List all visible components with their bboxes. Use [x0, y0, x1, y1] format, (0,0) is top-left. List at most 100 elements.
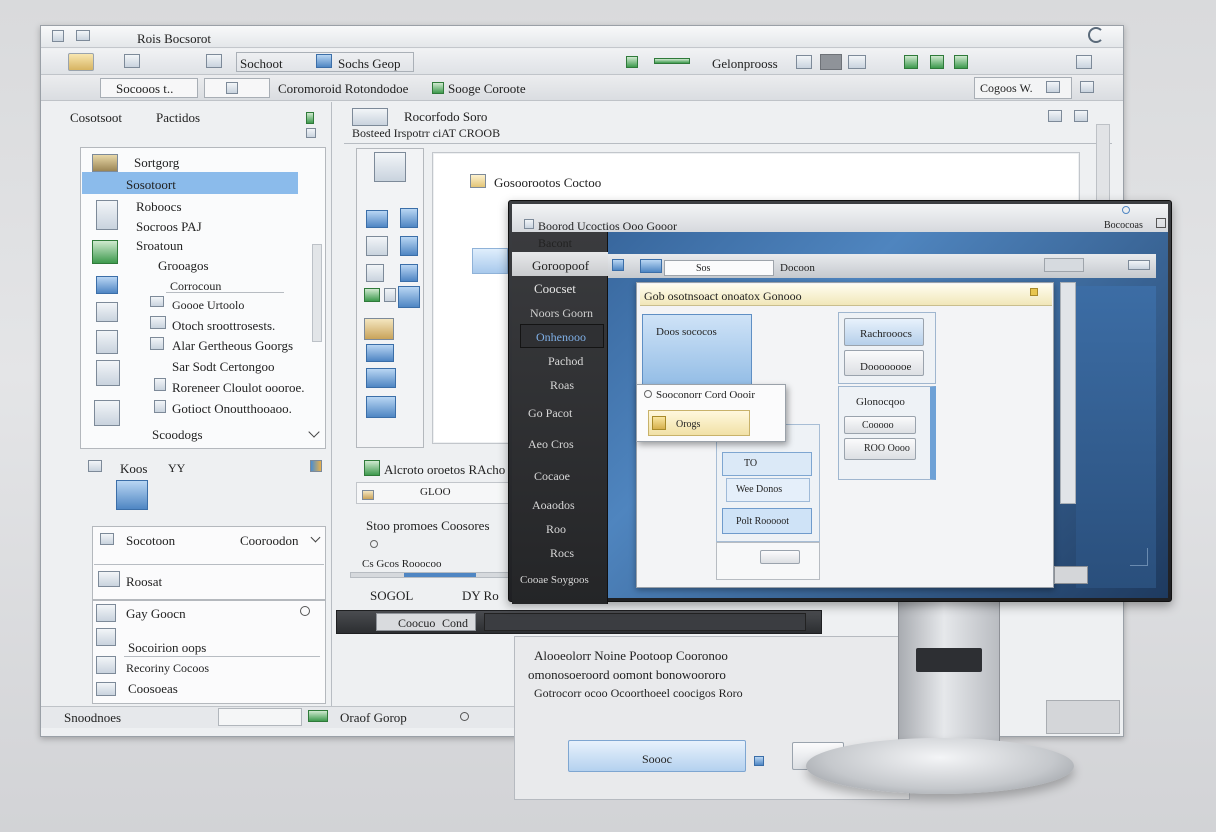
row-icon-2 — [150, 316, 166, 329]
bottom-bar-track[interactable] — [484, 613, 806, 631]
folder-icon-1 — [96, 200, 118, 230]
monitor-side-7[interactable]: Go Pacot — [528, 406, 572, 421]
strip-icon-13 — [366, 396, 396, 418]
center-scrollbar[interactable] — [1096, 124, 1110, 204]
monitor-side-1[interactable]: Goroopoof — [532, 258, 589, 274]
monitor-side-10[interactable]: Aoaodos — [532, 498, 575, 513]
monitor-close-icon[interactable] — [1156, 218, 1166, 228]
small-close-icon[interactable] — [306, 128, 316, 138]
toolbar-box — [236, 52, 414, 72]
row-1-value[interactable]: Cooroodon — [240, 533, 299, 549]
tool-icon-3[interactable] — [954, 55, 968, 69]
list3-item-2[interactable]: Recoriny Cocoos — [126, 661, 209, 676]
monitor-nav-grid-icon[interactable] — [1128, 260, 1150, 270]
menu-icon[interactable] — [76, 30, 90, 41]
refresh-icon[interactable] — [1088, 27, 1104, 43]
tree-item-6[interactable]: Goooe Urtoolo — [172, 298, 244, 313]
pin-icon[interactable] — [306, 112, 314, 124]
doc-icon[interactable] — [206, 54, 222, 68]
add-icon[interactable] — [626, 56, 638, 68]
tree-item-11[interactable]: Gotioct Onoutthooaoo. — [172, 401, 292, 417]
toolbar-path[interactable]: Coromoroid Rotondodoe — [278, 81, 408, 97]
monitor-side-8[interactable]: Aeo Cros — [528, 437, 574, 452]
monitor-side-12[interactable]: Rocs — [550, 546, 574, 561]
doc-highlight[interactable] — [472, 248, 508, 274]
monitor-nav-path: Sos — [696, 263, 711, 274]
left-tab-1[interactable]: Cosotsoot — [70, 110, 122, 126]
card-2a-label: Rachrooocs — [860, 328, 912, 340]
monitor-nav-icon[interactable] — [612, 259, 624, 271]
bottom-arrow-icon[interactable] — [754, 756, 764, 766]
tree-selected-item: Sosotoort — [126, 177, 176, 192]
status-left: Snoodnoes — [64, 710, 122, 725]
swatch-box[interactable] — [820, 54, 842, 70]
tree-item-1[interactable]: Roboocs — [136, 199, 182, 215]
main-window-title: Rois Bocsorot — [137, 31, 212, 46]
center-settings-icon[interactable] — [1074, 110, 1088, 122]
table-icon[interactable] — [124, 54, 140, 68]
tree-item-8[interactable]: Alar Gertheous Goorgs — [172, 338, 293, 354]
settings-icon[interactable] — [1080, 81, 1094, 93]
tree-selected-row[interactable] — [82, 172, 298, 194]
arrow-icon[interactable] — [654, 58, 690, 64]
toolbar-path-2[interactable]: Sooge Coroote — [448, 81, 526, 97]
toolbar-dropdown-label: Socooos t.. — [116, 81, 174, 96]
monitor-side-9[interactable]: Cocaoe — [534, 469, 570, 484]
form-bottom-button[interactable] — [760, 550, 800, 564]
monitor-nav-icon-2[interactable] — [640, 259, 662, 273]
list3-sep — [124, 656, 320, 657]
center-subheader: Bosteed Irspotrr ciAT CROOB — [352, 126, 501, 140]
monitor-side-6[interactable]: Roas — [550, 378, 574, 393]
monitor-side-0[interactable]: Bacont — [538, 236, 572, 251]
monitor-bottom-btn[interactable] — [1054, 566, 1088, 584]
monitor-side-11[interactable]: Roo — [546, 522, 566, 537]
status-dot-icon[interactable] — [460, 712, 469, 721]
tree-item-4[interactable]: Grooagos — [158, 258, 209, 274]
image-icon[interactable] — [796, 55, 812, 69]
tree-item-2[interactable]: Socroos PAJ — [136, 219, 202, 235]
list-icon[interactable] — [848, 55, 866, 69]
tree-item-3[interactable]: Sroatoun — [136, 238, 183, 254]
row-icon-4 — [154, 378, 166, 391]
monitor-side-4[interactable]: Onhenooo — [536, 330, 586, 345]
left-tab-2[interactable]: Pactidos — [156, 110, 200, 126]
folder-button[interactable] — [68, 53, 94, 71]
monitor-nav-dropdown[interactable] — [1044, 258, 1084, 272]
tree-header[interactable]: Sortgorg — [134, 155, 179, 171]
row-3-label[interactable]: Gay Goocn — [126, 606, 186, 622]
center-top-sep — [344, 143, 1112, 144]
blue-node-icon — [96, 276, 118, 294]
row-3-action-icon[interactable] — [300, 606, 310, 616]
close-panel-icon[interactable] — [1076, 55, 1092, 69]
scrollbar[interactable] — [312, 244, 322, 342]
row-2-label: Roosat — [126, 574, 163, 589]
list3-item-1[interactable]: Socoirion oops — [128, 640, 206, 656]
form-field-1[interactable] — [722, 452, 812, 476]
tree-item-7[interactable]: Otoch sroottrosests. — [172, 318, 275, 334]
monitor-side-3[interactable]: Noors Goorn — [530, 306, 593, 321]
section2-suffix: YY — [168, 461, 186, 475]
monitor-side-2[interactable]: Coocset — [534, 281, 576, 297]
status-field[interactable] — [218, 708, 302, 726]
color-swatch-icon[interactable] — [310, 460, 322, 472]
bottom-line-3: Gotrocorr ocoo Ocoorthoeel coocigos Roro — [534, 686, 743, 700]
tree-item-10[interactable]: Roreneer Cloulot oooroe. — [172, 380, 305, 396]
monitor-nav-field[interactable] — [664, 260, 774, 276]
monitor-side-13[interactable]: Cooae Soygoos — [520, 574, 589, 586]
card-3-title: Glonocqoo — [856, 396, 905, 408]
tool-icon-2[interactable] — [930, 55, 944, 69]
strip-icon-1 — [366, 210, 388, 228]
tree-footer[interactable]: Scoodogs — [152, 427, 203, 443]
monitor-side-5[interactable]: Pachod — [548, 354, 583, 369]
center-close-icon[interactable] — [1048, 110, 1062, 122]
window-icon[interactable] — [1046, 81, 1060, 93]
monitor-dialog-pin-icon[interactable] — [1030, 288, 1038, 296]
center-footer-right: DY Ro — [462, 588, 499, 603]
tree-item-9[interactable]: Sar Sodt Certongoo — [172, 359, 275, 375]
list3-item-3[interactable]: Coosoeas — [128, 681, 178, 697]
monitor-power-icon[interactable] — [1122, 206, 1130, 214]
monitor-resize-grip-icon[interactable] — [1130, 548, 1148, 566]
toolbar-right-label[interactable]: Gelonprooss — [712, 56, 778, 72]
monitor-dialog-scroll[interactable] — [1060, 282, 1076, 504]
tool-icon[interactable] — [904, 55, 918, 69]
